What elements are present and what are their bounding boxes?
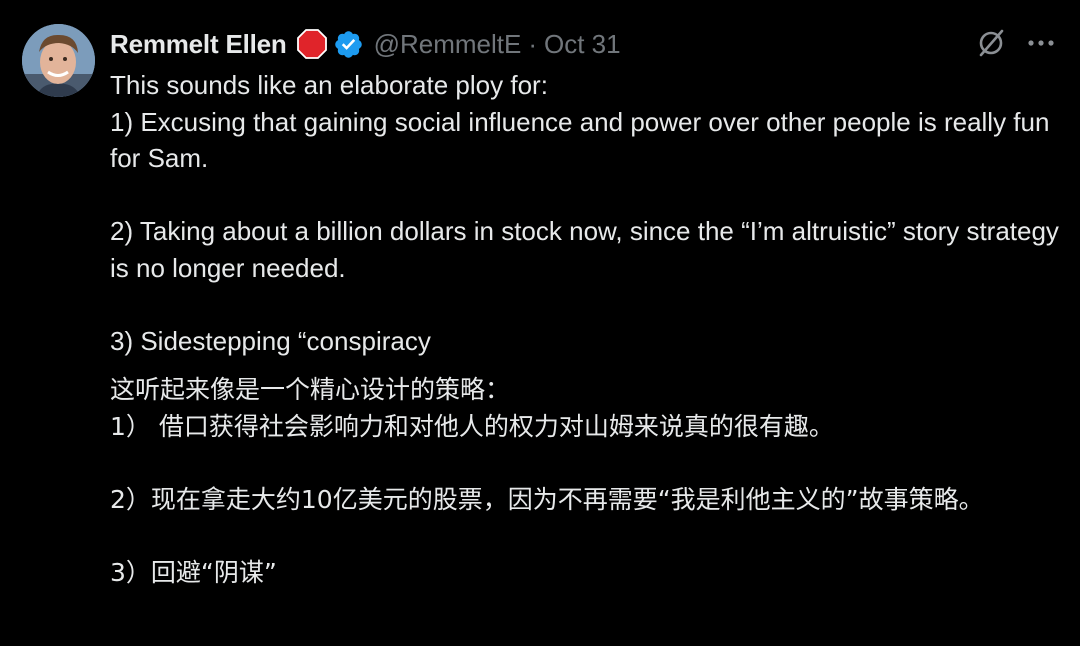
grok-icon[interactable]: [976, 28, 1006, 58]
separator-dot: ·: [528, 28, 537, 59]
translation-paragraph: 3）回避“阴谋”: [110, 557, 277, 587]
tweet-date[interactable]: Oct 31: [544, 29, 621, 60]
tweet-paragraph: 3) Sidestepping “conspiracy: [110, 325, 431, 356]
translation-block: 这听起来像是一个精心设计的策略： 1） 借口获得社会影响力和对他人的权力对山姆来…: [110, 372, 1060, 591]
author-handle[interactable]: @RemmeltE: [374, 29, 522, 60]
tweet-paragraph: 2) Taking about a billion dollars in sto…: [110, 216, 1067, 283]
tweet-paragraph: This sounds like an elaborate ploy for:: [110, 70, 548, 100]
tweet-text: This sounds like an elaborate ploy for: …: [110, 67, 1060, 591]
author-name[interactable]: Remmelt Ellen: [110, 29, 287, 60]
avatar[interactable]: [22, 24, 95, 97]
translation-paragraph: 2）现在拿走大约10亿美元的股票，因为不再需要“我是利他主义的”故事策略。: [110, 484, 984, 514]
stop-sign-icon: [296, 29, 327, 59]
verified-badge-icon[interactable]: [333, 29, 364, 60]
more-options-icon[interactable]: [1026, 30, 1056, 56]
translation-paragraph: 这听起来像是一个精心设计的策略：: [110, 375, 511, 404]
tweet-header: Remmelt Ellen @RemmeltE · Oct 31: [110, 26, 621, 62]
translation-paragraph: 1） 借口获得社会影响力和对他人的权力对山姆来说真的很有趣。: [110, 411, 834, 441]
tweet[interactable]: Remmelt Ellen @RemmeltE · Oct 31 This so…: [0, 0, 1080, 646]
tweet-paragraph: 1) Excusing that gaining social influenc…: [110, 106, 1057, 174]
